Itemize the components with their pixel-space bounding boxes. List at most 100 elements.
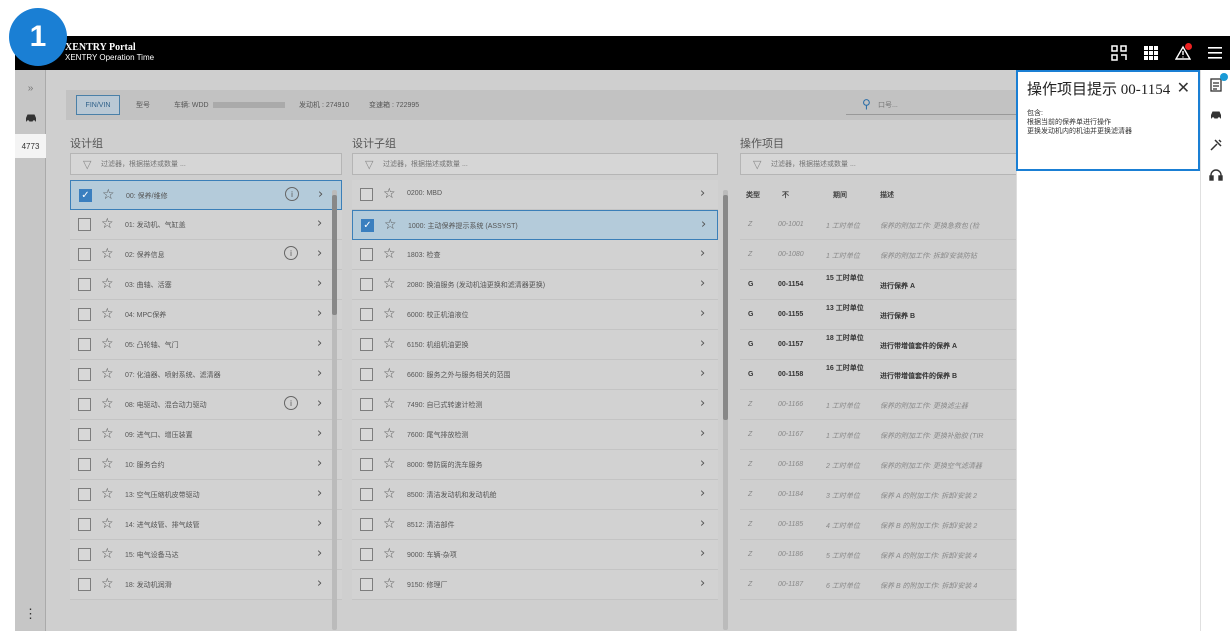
header-no[interactable]: 不 — [782, 190, 789, 200]
star-icon[interactable]: ☆ — [383, 426, 396, 442]
checkbox[interactable] — [78, 548, 91, 561]
design-subgroup-row[interactable]: ☆ 6000: 校正机油液位 › — [352, 300, 718, 330]
grid-apps-icon[interactable] — [1142, 44, 1160, 62]
star-icon[interactable]: ☆ — [101, 456, 114, 472]
tools-icon[interactable] — [1207, 136, 1225, 154]
more-vertical-icon[interactable]: ⋮ — [15, 602, 46, 626]
design-subgroup-row[interactable]: ☆ 8500: 清洁发动机和发动机舱 › — [352, 480, 718, 510]
star-icon[interactable]: ☆ — [383, 576, 396, 592]
design-group-filter-input[interactable] — [101, 158, 301, 171]
operation-row[interactable]: Z 00-1168 2 工时单位 保养的附加工作: 更换空气滤清器 — [740, 450, 1020, 480]
design-subgroup-row[interactable]: ☆ 9150: 修理厂 › — [352, 570, 718, 600]
star-icon[interactable]: ☆ — [101, 516, 114, 532]
operation-row[interactable]: Z 00-1166 1 工时单位 保养的附加工作: 更换滤尘器 — [740, 390, 1020, 420]
checkbox[interactable] — [360, 518, 373, 531]
star-icon[interactable]: ☆ — [101, 576, 114, 592]
chevron-right-icon[interactable]: › — [700, 516, 705, 531]
design-group-row[interactable]: ☆ 14: 进气歧管、排气歧管 › — [70, 510, 342, 540]
design-subgroup-row[interactable]: ☆ 8000: 带防腐的洗车服务 › — [352, 450, 718, 480]
car-icon[interactable] — [15, 106, 46, 130]
operation-row[interactable]: G 00-1157 18 工时单位 进行带增值套件的保养 A — [740, 330, 1020, 360]
chevron-right-icon[interactable]: › — [317, 366, 322, 381]
header-desc[interactable]: 描述 — [880, 190, 894, 200]
operation-row[interactable]: Z 00-1187 6 工时单位 保养 B 的附加工作: 拆卸/安装 4 — [740, 570, 1020, 600]
design-group-row[interactable]: ☆ 09: 进气口、增压装置 › — [70, 420, 342, 450]
operation-row[interactable]: Z 00-1167 1 工时单位 保养的附加工作: 更换补胎胶 (TIR — [740, 420, 1020, 450]
checkbox[interactable] — [78, 338, 91, 351]
star-icon[interactable]: ☆ — [101, 306, 114, 322]
chevron-right-icon[interactable]: › — [317, 426, 322, 441]
checkbox[interactable] — [360, 368, 373, 381]
design-group-scrollbar[interactable] — [332, 190, 337, 630]
headset-icon[interactable] — [1207, 166, 1225, 184]
active-session-tab[interactable]: 4773 — [15, 134, 46, 158]
operation-row[interactable]: Z 00-1186 5 工时单位 保养 A 的附加工作: 拆卸/安装 4 — [740, 540, 1020, 570]
star-icon[interactable]: ☆ — [383, 366, 396, 382]
checkbox[interactable] — [360, 338, 373, 351]
star-icon[interactable]: ☆ — [383, 456, 396, 472]
info-icon[interactable]: i — [284, 246, 298, 260]
checkbox[interactable] — [78, 518, 91, 531]
checkbox[interactable] — [78, 398, 91, 411]
header-type[interactable]: 类型 — [746, 190, 760, 200]
star-icon[interactable]: ☆ — [383, 306, 396, 322]
star-icon[interactable]: ☆ — [101, 276, 114, 292]
checkbox[interactable] — [360, 278, 373, 291]
info-icon[interactable]: i — [285, 187, 299, 201]
star-icon[interactable]: ☆ — [101, 396, 114, 412]
design-subgroup-row[interactable]: ✓ ☆ 1000: 主动保养提示系统 (ASSYST) › — [352, 210, 718, 240]
checkbox[interactable] — [78, 278, 91, 291]
chevron-right-icon[interactable]: › — [700, 396, 705, 411]
star-icon[interactable]: ☆ — [383, 336, 396, 352]
star-icon[interactable]: ☆ — [101, 486, 114, 502]
chevron-right-icon[interactable]: › — [317, 336, 322, 351]
design-group-row[interactable]: ☆ 04: MPC保养 › — [70, 300, 342, 330]
checkbox[interactable] — [360, 398, 373, 411]
scroll-thumb[interactable] — [723, 195, 728, 420]
star-icon[interactable]: ☆ — [101, 216, 114, 232]
checkbox[interactable] — [78, 428, 91, 441]
chevron-right-icon[interactable]: › — [700, 366, 705, 381]
checkbox[interactable] — [360, 248, 373, 261]
design-subgroup-row[interactable]: ☆ 1803: 检查 › — [352, 240, 718, 270]
star-icon[interactable]: ☆ — [101, 246, 114, 262]
design-group-row[interactable]: ☆ 05: 凸轮轴、气门 › — [70, 330, 342, 360]
design-subgroup-scrollbar[interactable] — [723, 190, 728, 630]
design-group-row[interactable]: ☆ 07: 化油器、喷射系统、滤清器 › — [70, 360, 342, 390]
operation-row[interactable]: Z 00-1080 1 工时单位 保养的附加工作: 拆卸/安装防钻 — [740, 240, 1020, 270]
chevron-right-icon[interactable]: › — [317, 486, 322, 501]
checkbox[interactable]: ✓ — [79, 189, 92, 202]
car-icon[interactable] — [1207, 106, 1225, 124]
checkbox[interactable] — [78, 308, 91, 321]
finvin-button[interactable]: FIN/VIN — [76, 95, 120, 115]
design-group-row[interactable]: ✓ ☆ 00: 保养/维修 i › — [70, 180, 342, 210]
checkbox[interactable] — [78, 578, 91, 591]
star-icon[interactable]: ☆ — [384, 217, 397, 233]
search-input[interactable] — [878, 98, 1018, 112]
chevron-right-icon[interactable]: › — [700, 336, 705, 351]
chevron-right-icon[interactable]: › — [700, 186, 705, 201]
chevron-right-icon[interactable]: › — [317, 246, 322, 261]
checkbox[interactable] — [360, 548, 373, 561]
chevron-right-icon[interactable]: › — [700, 426, 705, 441]
operation-row[interactable]: Z 00-1184 3 工时单位 保养 A 的附加工作: 拆卸/安装 2 — [740, 480, 1020, 510]
design-subgroup-row[interactable]: ☆ 2080: 换油服务 (发动机油更换和滤清器更换) › — [352, 270, 718, 300]
design-group-row[interactable]: ☆ 15: 电气设备马达 › — [70, 540, 342, 570]
checkbox[interactable] — [360, 578, 373, 591]
chevron-right-icon[interactable]: › — [317, 576, 322, 591]
star-icon[interactable]: ☆ — [102, 187, 115, 203]
design-subgroup-row[interactable]: ☆ 7600: 尾气排放检测 › — [352, 420, 718, 450]
chevron-right-icon[interactable]: › — [317, 306, 322, 321]
star-icon[interactable]: ☆ — [383, 546, 396, 562]
chevron-right-icon[interactable]: › — [700, 276, 705, 291]
header-period[interactable]: 期间 — [833, 190, 847, 200]
chevron-right-icon[interactable]: › — [700, 486, 705, 501]
design-group-row[interactable]: ☆ 10: 服务合约 › — [70, 450, 342, 480]
design-subgroup-row[interactable]: ☆ 6600: 服务之外与服务相关的范围 › — [352, 360, 718, 390]
star-icon[interactable]: ☆ — [383, 186, 396, 202]
design-group-row[interactable]: ☆ 18: 发动机润滑 › — [70, 570, 342, 600]
checkbox[interactable] — [78, 218, 91, 231]
chevron-right-icon[interactable]: › — [318, 187, 323, 202]
chevron-right-icon[interactable]: › — [317, 516, 322, 531]
operation-row[interactable]: Z 00-1185 4 工时单位 保养 B 的附加工作: 拆卸/安装 2 — [740, 510, 1020, 540]
